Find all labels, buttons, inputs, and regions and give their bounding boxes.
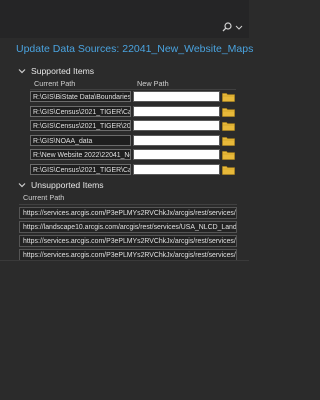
browse-folder-icon[interactable] (222, 150, 235, 160)
table-row: R:\New Website 2022\22041_Ne (30, 148, 236, 163)
search-icon (222, 22, 232, 32)
current-path-cell: R:\GIS\Census\2021_TIGER\Cart (30, 163, 131, 175)
table-header: Current Path New Path (30, 77, 236, 90)
browse-folder-icon[interactable] (222, 165, 235, 175)
new-path-input[interactable] (133, 134, 220, 146)
current-path-cell: R:\GIS\BiState Data\Boundaries. (30, 91, 131, 102)
table-row: R:\GIS\Census\2021_TIGER\Cart (30, 105, 236, 120)
browse-folder-icon[interactable] (222, 107, 235, 117)
pane-toolbar (0, 0, 249, 38)
unsupported-items-table: Current Path https://services.arcgis.com… (19, 192, 237, 261)
section-title: Unsupported Items (31, 180, 104, 190)
column-header-current-path: Current Path (19, 192, 237, 205)
table-row: https://landscape10.arcgis.com/arcgis/re… (19, 220, 237, 233)
new-path-input[interactable] (133, 149, 220, 160)
browse-folder-icon[interactable] (222, 136, 235, 146)
chevron-down-icon (18, 69, 26, 74)
divider (0, 260, 249, 261)
current-path-cell: R:\New Website 2022\22041_Ne (30, 149, 131, 160)
current-path-cell: R:\GIS\NOAA_data (30, 134, 131, 146)
column-header-current-path: Current Path (34, 79, 76, 88)
current-path-cell: R:\GIS\Census\2021_TIGER\Cart (30, 105, 131, 117)
chevron-down-icon (18, 183, 26, 188)
new-path-input[interactable] (133, 120, 220, 131)
table-row: R:\GIS\Census\2021_TIGER\Cart (30, 163, 236, 178)
supported-items-header[interactable]: Supported Items (18, 66, 94, 76)
new-path-input[interactable] (133, 105, 220, 117)
new-path-input[interactable] (133, 91, 220, 102)
section-title: Supported Items (31, 66, 95, 76)
page-title: Update Data Sources: 22041_New_Website_M… (16, 43, 254, 55)
current-path-cell: R:\GIS\Census\2021_TIGER\2021 (30, 120, 131, 131)
search-button[interactable] (222, 19, 244, 35)
supported-items-table: Current Path New Path R:\GIS\BiState Dat… (30, 77, 236, 177)
table-row: R:\GIS\BiState Data\Boundaries. (30, 90, 236, 105)
chevron-down-icon (235, 25, 243, 30)
browse-folder-icon[interactable] (222, 121, 235, 131)
browse-folder-icon[interactable] (222, 92, 235, 102)
table-row: R:\GIS\NOAA_data (30, 134, 236, 149)
new-path-input[interactable] (133, 163, 220, 175)
table-row: https://services.arcgis.com/P3ePLMYs2RVC… (19, 206, 237, 219)
unsupported-items-header[interactable]: Unsupported Items (18, 180, 104, 190)
column-header-new-path: New Path (137, 79, 169, 88)
table-row: https://services.arcgis.com/P3ePLMYs2RVC… (19, 234, 237, 247)
table-row: R:\GIS\Census\2021_TIGER\2021 (30, 119, 236, 134)
